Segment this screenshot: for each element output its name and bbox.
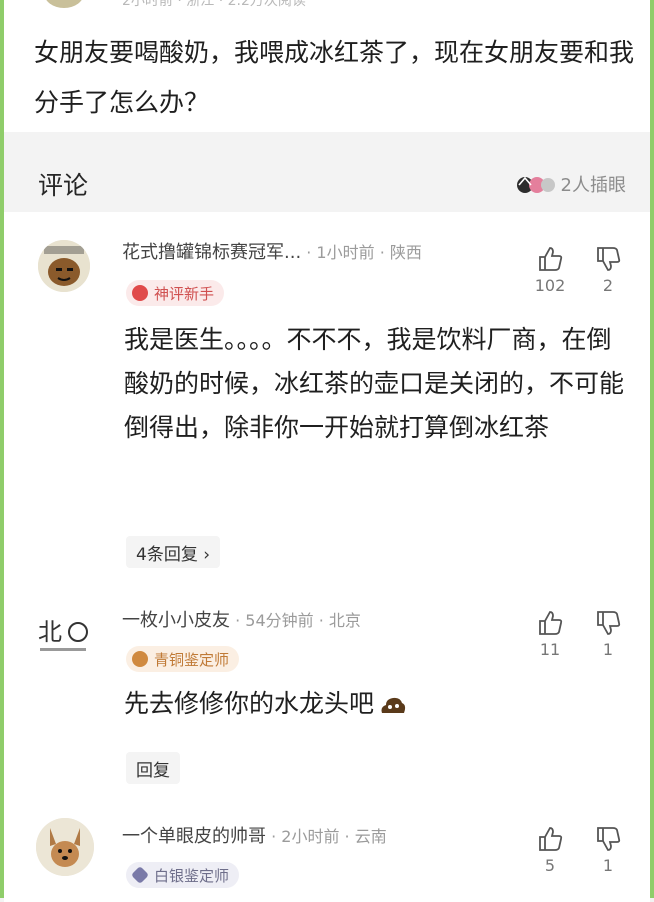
- thumbs-down-icon: [597, 247, 621, 271]
- comment-page: 2小时前 · 浙江 · 2.2万次阅读 女朋友要喝酸奶，我喂成冰红茶了，现在女朋…: [0, 0, 654, 902]
- reply-button[interactable]: 回复: [126, 752, 180, 784]
- dislike-button[interactable]: 1: [588, 608, 628, 659]
- user-badge: 青铜鉴定师: [126, 646, 240, 672]
- comment-text: 我是医生。。。。不不不，我是饮料厂商，在倒酸奶的时候，冰红茶的壶口是关闭的，不可…: [124, 325, 625, 442]
- comment-author[interactable]: 一个单眼皮的帅哥: [122, 826, 266, 847]
- dislike-count: 1: [602, 856, 614, 875]
- thumbs-down-icon: [597, 827, 621, 851]
- like-button[interactable]: 102: [530, 244, 570, 295]
- dislike-button[interactable]: 2: [588, 244, 628, 295]
- insert-eye-icon: [516, 176, 555, 193]
- comment-header: 花式撸罐锦标赛冠军... · 1小时前 · 陕西: [122, 238, 422, 264]
- comment-list: 花式撸罐锦标赛冠军... · 1小时前 · 陕西 神评新手 我是医生。。。。不不…: [4, 212, 650, 902]
- comment-avatar[interactable]: 北: [34, 610, 94, 660]
- comment-author[interactable]: 一枚小小皮友: [122, 610, 230, 631]
- badge-label: 神评新手: [154, 284, 215, 303]
- badge-label: 白银鉴定师: [154, 866, 230, 885]
- avatar-logo-icon: 北: [34, 610, 94, 660]
- like-count: 5: [544, 856, 556, 875]
- avatar-dog-icon: [36, 818, 94, 876]
- badge-icon: [132, 651, 148, 667]
- like-button[interactable]: 5: [530, 824, 570, 875]
- post-text: 女朋友要喝酸奶，我喂成冰红茶了，现在女朋友要和我分手了怎么办？: [34, 38, 635, 117]
- poop-emoji-icon: [381, 697, 406, 713]
- user-badge: 白银鉴定师: [126, 862, 240, 888]
- avatar-face-icon: [38, 240, 90, 292]
- like-count: 11: [539, 640, 561, 659]
- like-button[interactable]: 11: [530, 608, 570, 659]
- comment-avatar[interactable]: [36, 818, 94, 876]
- thumbs-up-icon: [539, 611, 563, 635]
- user-badge: 神评新手: [126, 280, 225, 306]
- like-count: 102: [534, 276, 566, 295]
- badge-label: 青铜鉴定师: [154, 650, 230, 669]
- view-replies-button[interactable]: 4条回复 ›: [126, 536, 221, 568]
- post-card: 2小时前 · 浙江 · 2.2万次阅读 女朋友要喝酸奶，我喂成冰红茶了，现在女朋…: [4, 0, 650, 132]
- comment-text: 先去修修你的水龙头吧: [124, 689, 375, 718]
- comments-title: 评论: [38, 171, 89, 200]
- comment-meta: · 54分钟前 · 北京: [230, 611, 361, 630]
- thumbs-up-icon: [539, 827, 563, 851]
- insert-eye-button[interactable]: 2人插眼: [515, 171, 626, 197]
- dislike-button[interactable]: 1: [588, 824, 628, 875]
- comments-header: 评论 2人插眼: [4, 140, 650, 210]
- comment-author[interactable]: 花式撸罐锦标赛冠军...: [122, 242, 301, 263]
- comment-avatar[interactable]: [38, 240, 90, 292]
- right-accent-bar: [650, 0, 654, 898]
- comment-header: 一枚小小皮友 · 54分钟前 · 北京: [122, 606, 361, 632]
- comment-text-row: 先去修修你的水龙头吧: [124, 682, 634, 726]
- badge-icon: [132, 285, 148, 301]
- thumbs-down-icon: [597, 611, 621, 635]
- dislike-count: 2: [602, 276, 614, 295]
- svg-text:北: 北: [38, 618, 62, 646]
- thumbs-up-icon: [539, 247, 563, 271]
- dislike-count: 1: [602, 640, 614, 659]
- insert-eye-count: 2人插眼: [560, 175, 626, 196]
- badge-icon: [130, 865, 150, 885]
- comment-header: 一个单眼皮的帅哥 · 2小时前 · 云南: [122, 822, 387, 848]
- post-meta: 2小时前 · 浙江 · 2.2万次阅读: [122, 0, 306, 9]
- comment-meta: · 1小时前 · 陕西: [301, 243, 422, 262]
- comment-meta: · 2小时前 · 云南: [266, 827, 387, 846]
- post-author-avatar[interactable]: [44, 0, 84, 8]
